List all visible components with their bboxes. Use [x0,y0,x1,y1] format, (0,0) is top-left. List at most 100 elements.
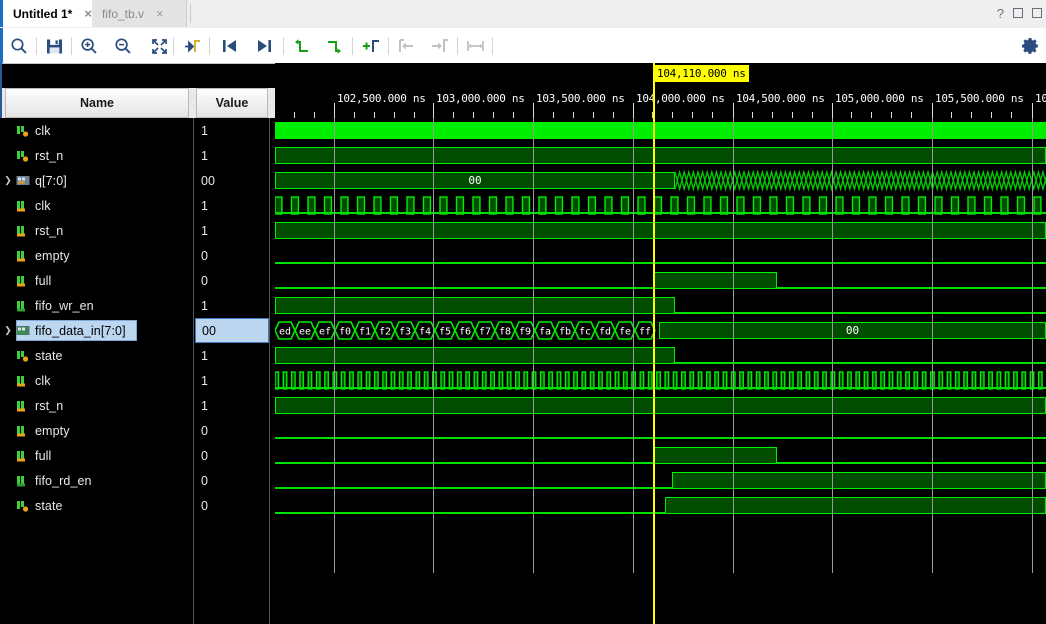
signal-row-rst_n[interactable]: rst_n [0,393,191,418]
bus-segment [653,272,777,289]
bus-segment [275,397,1046,414]
restore-icon[interactable] [1032,6,1042,21]
waveform-row-rst_n [275,143,1046,168]
tab-label: Untitled 1* [13,7,72,21]
toolbar-separator [209,37,210,55]
ruler-time-label: 105,000.000 ns [835,92,924,105]
signal-row-state[interactable]: state [0,343,191,368]
bus-segment [275,347,675,364]
signal-value-fifo_rd_en[interactable]: 0 [195,468,269,493]
svg-text:fe: fe [619,327,631,338]
tab-untitled-1[interactable]: Untitled 1* × [0,0,92,27]
toolbar-accent-bar [0,28,3,63]
signal-value-clk[interactable]: 1 [195,368,269,393]
ruler-time-label: 104,500.000 ns [736,92,825,105]
goto-time-icon[interactable] [181,34,205,58]
signal-value-empty[interactable]: 0 [195,243,269,268]
signal-value-fifo_data_in70[interactable]: 00 [195,318,269,343]
signal-row-empty[interactable]: empty [0,418,191,443]
close-icon[interactable]: × [84,7,92,20]
signal-value-clk[interactable]: 1 [195,193,269,218]
signal-row-q70[interactable]: ❯q[7:0] [0,168,191,193]
chevron-right-icon[interactable]: ❯ [0,325,16,336]
ruler-major-tick [932,103,933,118]
waveform-pane[interactable]: 102,500.000 ns103,000.000 ns103,500.000 … [275,63,1046,624]
signal-value-state[interactable]: 0 [195,493,269,518]
waveform-row-clk [275,193,1046,218]
signal-value-clk[interactable]: 1 [195,118,269,143]
bus-segment [653,447,777,464]
prev-transition-icon[interactable] [289,34,313,58]
save-icon[interactable] [42,34,66,58]
maximize-icon[interactable] [1013,6,1023,21]
signal-row-rst_n[interactable]: rst_n [0,143,191,168]
signal-value-q70[interactable]: 00 [195,168,269,193]
grid-line [733,118,734,573]
signal-row-fifo_data_in70[interactable]: ❯ fifo_data_in[7:0] [0,318,191,343]
signal-value-rst_n[interactable]: 1 [195,218,269,243]
signal-name-label: fifo_rd_en [35,474,92,488]
wire-icon [16,124,30,138]
goto-start-icon[interactable] [217,34,241,58]
next-transition-icon[interactable] [323,34,347,58]
signal-value-empty[interactable]: 0 [195,418,269,443]
header-gap [189,88,196,118]
svg-text:f2: f2 [379,327,391,338]
input-icon [16,199,30,213]
waveform-row-fifo_data_in70: edeeeff0f1f2f3f4f5f6f7f8f9fafbfcfdfeff00 [275,318,1046,343]
signal-row-clk[interactable]: clk [0,368,191,393]
clock-trace [275,368,1046,393]
signal-row-rst_n[interactable]: rst_n [0,218,191,243]
column-header-name[interactable]: Name [5,88,189,118]
svg-text:f5: f5 [439,327,451,338]
output-icon [16,299,30,313]
toolbar [0,28,1046,64]
zoom-in-icon[interactable] [77,34,101,58]
signal-value-full[interactable]: 0 [195,268,269,293]
chevron-right-icon[interactable]: ❯ [0,175,16,186]
signal-value-rst_n[interactable]: 1 [195,143,269,168]
waveform-row-full [275,443,1046,468]
grid-line [334,118,335,573]
add-marker-icon[interactable] [359,34,383,58]
close-icon[interactable]: × [156,7,164,20]
svg-text:f0: f0 [339,327,351,338]
help-icon[interactable]: ? [997,6,1004,21]
zoom-out-icon[interactable] [111,34,135,58]
goto-end-icon[interactable] [252,34,276,58]
wire-icon [16,149,30,163]
signal-row-state[interactable]: state [0,493,191,518]
signal-name-label: fifo_data_in[7:0] [35,324,126,338]
search-icon[interactable] [7,34,31,58]
signal-value-fifo_wr_en[interactable]: 1 [195,293,269,318]
signal-row-empty[interactable]: empty [0,243,191,268]
signal-name-label: rst_n [35,399,63,413]
cursor-line[interactable] [653,63,655,624]
signal-row-clk[interactable]: clk [0,118,191,143]
header-stub-right [268,88,275,118]
signal-name-label: state [35,349,63,363]
gear-icon[interactable] [1020,36,1040,56]
signal-value-rst_n[interactable]: 1 [195,393,269,418]
signal-row-fifo_rd_en[interactable]: fifo_rd_en [0,468,191,493]
signal-row-fifo_wr_en[interactable]: fifo_wr_en [0,293,191,318]
waveform-row-empty [275,418,1046,443]
tab-fifo-tb-v[interactable]: fifo_tb.v × [92,0,187,27]
output-icon [16,474,30,488]
signal-row-full[interactable]: full [0,268,191,293]
signal-name-label: full [35,274,51,288]
column-header-value[interactable]: Value [196,88,268,118]
signal-value-state[interactable]: 1 [195,343,269,368]
signal-name-list: clkrst_n❯q[7:0]clkrst_nemptyfullfifo_wr_… [0,118,191,624]
zoom-fit-icon[interactable] [147,34,171,58]
signal-name-label: clk [35,199,51,213]
svg-text:f3: f3 [399,327,411,338]
signal-row-clk[interactable]: clk [0,193,191,218]
signal-value-full[interactable]: 0 [195,443,269,468]
grid-line [633,118,634,573]
cursor-time-label: 104,110.000 ns [654,65,749,82]
waveform-row-fifo_wr_en [275,293,1046,318]
signal-row-full[interactable]: full [0,443,191,468]
signal-name-label: fifo_wr_en [35,299,94,313]
svg-text:f7: f7 [479,327,491,338]
